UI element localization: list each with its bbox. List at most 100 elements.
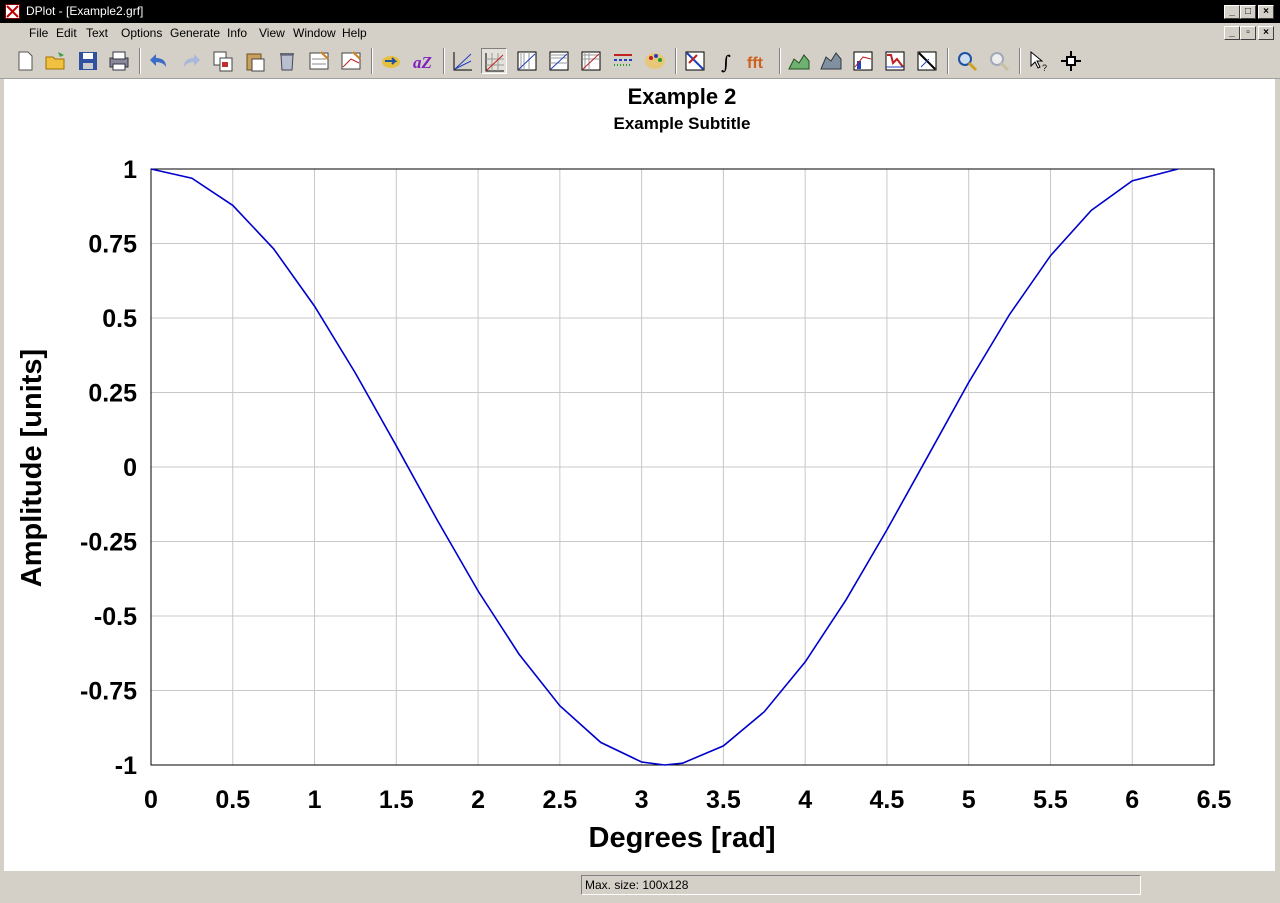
svg-text:∫: ∫ <box>721 52 731 73</box>
toolbar-separator <box>947 48 949 74</box>
app-icon[interactable] <box>5 4 20 19</box>
toolbar-separator <box>139 48 141 74</box>
menu-help[interactable]: Help <box>342 26 367 40</box>
open-folder-icon <box>45 52 65 70</box>
clear-button[interactable] <box>274 48 300 74</box>
import-icon <box>382 56 400 68</box>
undo-button[interactable] <box>146 48 172 74</box>
crosshair-icon <box>1061 51 1081 71</box>
x-tick-label: 6 <box>1125 786 1139 814</box>
menu-generate[interactable]: Generate <box>170 26 220 40</box>
y-tick-label: 1 <box>123 156 137 184</box>
edit-data-icon <box>309 51 329 70</box>
delete-points-button[interactable] <box>682 48 708 74</box>
y-tick-label: -0.5 <box>94 603 137 631</box>
zoom-out-icon <box>990 52 1010 72</box>
log-log-icon <box>581 51 601 71</box>
x-tick-label: 6.5 <box>1197 786 1232 814</box>
x-tick-label: 3.5 <box>706 786 741 814</box>
menu-window[interactable]: Window <box>293 26 336 40</box>
linear-scale-button[interactable] <box>450 48 476 74</box>
doc-minimize-button[interactable]: _ <box>1224 26 1240 40</box>
x-tick-label: 4 <box>798 786 812 814</box>
linear-axes-icon <box>453 52 472 71</box>
x-tick-label: 4.5 <box>870 786 905 814</box>
crosshair-button[interactable] <box>1058 48 1084 74</box>
toolbar: aZ ∫ fft ? <box>0 43 1280 79</box>
menu-view[interactable]: View <box>259 26 285 40</box>
smooth-icon <box>853 51 873 71</box>
toolbar-separator <box>779 48 781 74</box>
y-tick-label: -0.75 <box>80 678 137 706</box>
semilog-x-icon <box>517 51 537 71</box>
menu-file[interactable]: File <box>29 26 48 40</box>
edit-data-button[interactable] <box>306 48 332 74</box>
toolbar-separator <box>1019 48 1021 74</box>
plot-area[interactable]: 0 0.5 1 1.5 2 2.5 3 3.5 4 4.5 5 5.5 6 6.5 1 0.75 0.5 0.25… <box>4 79 1275 871</box>
svg-text:aZ: aZ <box>413 53 432 72</box>
close-icon: × <box>1263 27 1269 38</box>
colors-button[interactable] <box>642 48 668 74</box>
plot-types-button[interactable] <box>882 48 908 74</box>
open-file-button[interactable] <box>43 48 69 74</box>
log-log-button[interactable] <box>578 48 604 74</box>
sort-az-button[interactable]: aZ <box>410 48 436 74</box>
copy-picture-button[interactable] <box>210 48 236 74</box>
line-styles-icon <box>614 54 632 66</box>
x-tick-label: 5.5 <box>1033 786 1068 814</box>
maximize-button[interactable]: □ <box>1240 5 1256 19</box>
rotate-button[interactable] <box>914 48 940 74</box>
delete-points-icon <box>685 51 705 71</box>
menu-text[interactable]: Text <box>86 26 108 40</box>
plot-types-icon <box>885 51 905 71</box>
x-tick-label: 5 <box>962 786 976 814</box>
zoom-in-button[interactable] <box>954 48 980 74</box>
toolbar-separator <box>675 48 677 74</box>
zoom-in-icon <box>958 52 978 72</box>
integral-icon: ∫ <box>721 52 731 73</box>
grid-button[interactable] <box>481 48 507 74</box>
close-button[interactable]: × <box>1258 5 1274 19</box>
paste-button[interactable] <box>242 48 268 74</box>
save-file-button[interactable] <box>75 48 101 74</box>
doc-close-button[interactable]: × <box>1258 26 1274 40</box>
integrate-button[interactable]: ∫ <box>714 48 740 74</box>
x-tick-label: 1.5 <box>379 786 414 814</box>
close-icon: × <box>1263 6 1269 17</box>
help-cursor-button[interactable]: ? <box>1026 48 1052 74</box>
doc-restore-button[interactable]: ▫ <box>1240 26 1256 40</box>
status-text: Max. size: 100x128 <box>581 875 1141 895</box>
status-bar: Max. size: 100x128 <box>0 871 1280 903</box>
title-bar: DPlot - [Example2.grf] _ □ × <box>0 0 1280 23</box>
y-axis-label: Amplitude [units] <box>16 349 48 587</box>
toolbar-separator <box>443 48 445 74</box>
semilog-x-button[interactable] <box>514 48 540 74</box>
redo-icon <box>184 54 200 67</box>
grid-lines-button[interactable] <box>610 48 636 74</box>
redo-button[interactable] <box>178 48 204 74</box>
semilog-y-button[interactable] <box>546 48 572 74</box>
chart-subtitle: Example Subtitle <box>614 114 751 133</box>
y-tick-label: -0.25 <box>80 529 137 557</box>
print-button[interactable] <box>106 48 132 74</box>
svg-text:fft: fft <box>747 55 764 72</box>
edit-curve-button[interactable] <box>338 48 364 74</box>
x-axis-label: Degrees [rad] <box>589 822 776 854</box>
new-file-button[interactable] <box>12 48 38 74</box>
menu-info[interactable]: Info <box>227 26 247 40</box>
minimize-icon: _ <box>1229 27 1235 38</box>
zoom-out-button[interactable] <box>986 48 1012 74</box>
menu-edit[interactable]: Edit <box>56 26 77 40</box>
new-file-icon <box>18 51 33 71</box>
minimize-button[interactable]: _ <box>1224 5 1240 19</box>
x-tick-label: 0 <box>144 786 158 814</box>
smooth-button[interactable] <box>850 48 876 74</box>
menu-options[interactable]: Options <box>121 26 162 40</box>
import-button[interactable] <box>378 48 404 74</box>
maximize-icon: □ <box>1244 6 1252 17</box>
fft-button[interactable]: fft <box>746 48 772 74</box>
trash-icon <box>280 53 294 71</box>
fill-area-button[interactable] <box>786 48 812 74</box>
fill-between-button[interactable] <box>818 48 844 74</box>
svg-text:?: ? <box>1042 63 1047 73</box>
